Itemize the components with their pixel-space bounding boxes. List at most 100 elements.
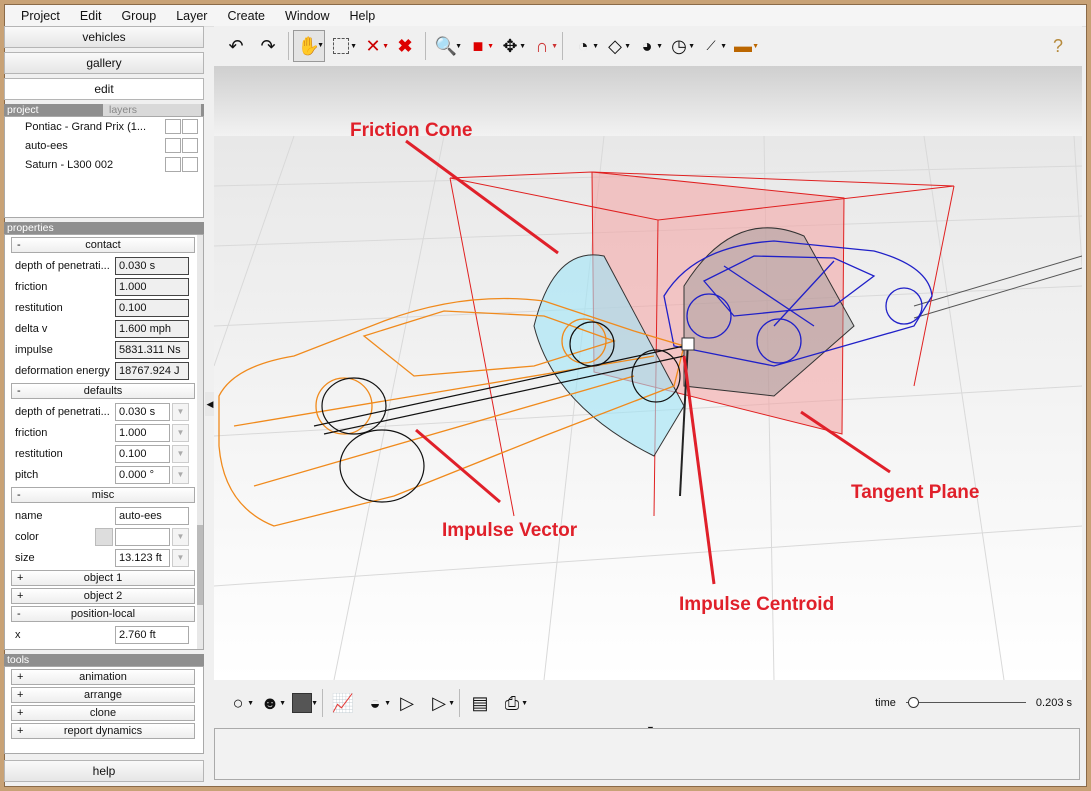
properties-scrollbar[interactable] [197, 235, 203, 649]
property-label: deformation energy [15, 364, 110, 377]
visibility-checkbox[interactable] [165, 119, 181, 134]
list-item[interactable]: Pontiac - Grand Prix (1... [5, 117, 203, 136]
property-input[interactable]: 0.000 ° [115, 465, 170, 484]
speedometer-icon[interactable]: ◷ ▼ [663, 30, 695, 62]
size-input[interactable]: 13.123 ft [115, 548, 170, 567]
list-item-label: Saturn - L300 002 [25, 158, 114, 171]
property-value: 0.100 [115, 298, 189, 317]
property-input[interactable]: 0.030 s [115, 402, 170, 421]
zoom-icon[interactable]: 🔍 ▼ [430, 30, 462, 62]
property-row: size 13.123 ft ▼ [5, 547, 203, 568]
property-label: name [15, 509, 43, 522]
list-item[interactable]: auto-ees [5, 136, 203, 155]
lock-checkbox[interactable] [182, 119, 198, 134]
delete-node-icon[interactable]: ✕ ▼ [357, 30, 389, 62]
visibility-checkbox[interactable] [165, 157, 181, 172]
tool-label: report dynamics [63, 725, 143, 737]
property-row: color ▼ [5, 526, 203, 547]
property-row: pitch 0.000 ° ▼ [5, 464, 203, 485]
expand-sign: + [17, 590, 24, 602]
chevron-down-icon[interactable]: ▼ [172, 527, 189, 546]
property-input[interactable]: 1.000 [115, 423, 170, 442]
edit-button[interactable]: edit [4, 78, 204, 100]
magnet-icon[interactable]: ∩ ▼ [526, 30, 558, 62]
head-icon[interactable]: ☻ ▼ [254, 687, 286, 719]
redo-icon[interactable]: ↷ [252, 30, 284, 62]
playback-options-icon[interactable]: ▷ ▼ [423, 687, 455, 719]
position-local-group-header[interactable]: - position-local [11, 606, 195, 622]
property-row: name auto-ees [5, 505, 203, 526]
tool-report-dynamics[interactable]: + report dynamics [11, 723, 195, 739]
vehicles-button[interactable]: vehicles [4, 26, 204, 48]
properties-panel: - contact depth of penetrati... 0.030 s fr… [4, 234, 204, 650]
play-icon[interactable]: ▷ [391, 687, 423, 719]
pan-hand-icon[interactable]: ✋ ▼ [293, 30, 325, 62]
cube-icon[interactable]: ■ ▼ [462, 30, 494, 62]
help-button[interactable]: help [4, 760, 204, 782]
bottom-toolbar: ○ ▼ ☻ ▼ ▼ 📈 ◒ ▼ ▷ ▷ ▼ ▤ ⎙ ▼ time 0.203 s [214, 680, 1082, 726]
color-input[interactable] [115, 527, 170, 546]
lock-checkbox[interactable] [182, 138, 198, 153]
tool-animation[interactable]: + animation [11, 669, 195, 685]
name-input[interactable]: auto-ees [115, 506, 189, 525]
property-row: depth of penetrati... 0.030 s [5, 255, 203, 276]
menu-help[interactable]: Help [339, 5, 385, 27]
delete-icon[interactable]: ✖ [389, 30, 421, 62]
gauge-icon[interactable]: ◔ ▼ [567, 30, 599, 62]
undo-icon[interactable]: ↶ [220, 30, 252, 62]
dial-icon[interactable]: ◕ ▼ [631, 30, 663, 62]
camera-icon[interactable]: ◒ ▼ [359, 687, 391, 719]
measure-icon[interactable]: ⟋ ▼ [695, 30, 727, 62]
circle-icon[interactable]: ○ ▼ [222, 687, 254, 719]
menu-project[interactable]: Project [11, 5, 70, 27]
misc-group-header[interactable]: - misc [11, 487, 195, 503]
menu-layer[interactable]: Layer [166, 5, 217, 27]
group-title: object 2 [83, 590, 123, 602]
lock-checkbox[interactable] [182, 157, 198, 172]
scroll-thumb[interactable] [197, 525, 203, 605]
toolbar-divider [425, 32, 426, 60]
menu-bar: Project Edit Group Layer Create Window H… [5, 5, 1086, 27]
chevron-down-icon[interactable]: ▼ [172, 465, 189, 484]
tab-project[interactable]: project [7, 104, 103, 116]
chevron-down-icon[interactable]: ▼ [172, 402, 189, 421]
property-label: impulse [15, 343, 53, 356]
color-square-icon[interactable]: ▼ [286, 687, 318, 719]
x-input[interactable]: 2.760 ft [115, 625, 189, 644]
color-swatch[interactable] [95, 527, 113, 546]
visibility-checkbox[interactable] [165, 138, 181, 153]
property-row: impulse 5831.311 Ns [5, 339, 203, 360]
gallery-button[interactable]: gallery [4, 52, 204, 74]
print-icon[interactable]: ⎙ ▼ [496, 687, 528, 719]
tool-arrange[interactable]: + arrange [11, 687, 195, 703]
menu-window[interactable]: Window [275, 5, 339, 27]
tool-clone[interactable]: + clone [11, 705, 195, 721]
graph-icon[interactable]: 📈 [327, 687, 359, 719]
move-icon[interactable]: ✥ ▼ [494, 30, 526, 62]
property-value: 1.000 [115, 277, 189, 296]
chevron-down-icon[interactable]: ▼ [172, 444, 189, 463]
slider-thumb[interactable] [908, 697, 920, 708]
sky [214, 66, 1082, 136]
time-slider[interactable] [905, 697, 1026, 709]
object2-group-header[interactable]: + object 2 [11, 588, 195, 604]
menu-edit[interactable]: Edit [70, 5, 112, 27]
tab-layers[interactable]: layers [103, 104, 201, 116]
menu-create[interactable]: Create [217, 5, 275, 27]
list-item[interactable]: Saturn - L300 002 [5, 155, 203, 174]
menu-group[interactable]: Group [111, 5, 166, 27]
property-label: size [15, 551, 35, 564]
select-rectangle-icon[interactable]: ▼ [325, 30, 357, 62]
contact-group-header[interactable]: - contact [11, 237, 195, 253]
surface-icon[interactable]: ◇ ▼ [599, 30, 631, 62]
chevron-down-icon[interactable]: ▼ [172, 423, 189, 442]
report-icon[interactable]: ▤ [464, 687, 496, 719]
3d-viewport[interactable]: Friction Cone Impulse Vector Tangent Pla… [214, 66, 1082, 680]
defaults-group-header[interactable]: - defaults [11, 383, 195, 399]
properties-title: properties [7, 222, 54, 234]
chevron-down-icon[interactable]: ▼ [172, 548, 189, 567]
object1-group-header[interactable]: + object 1 [11, 570, 195, 586]
help-icon[interactable]: ? [1042, 30, 1074, 62]
property-input[interactable]: 0.100 [115, 444, 170, 463]
tape-icon[interactable]: ▬ ▼ [727, 30, 759, 62]
